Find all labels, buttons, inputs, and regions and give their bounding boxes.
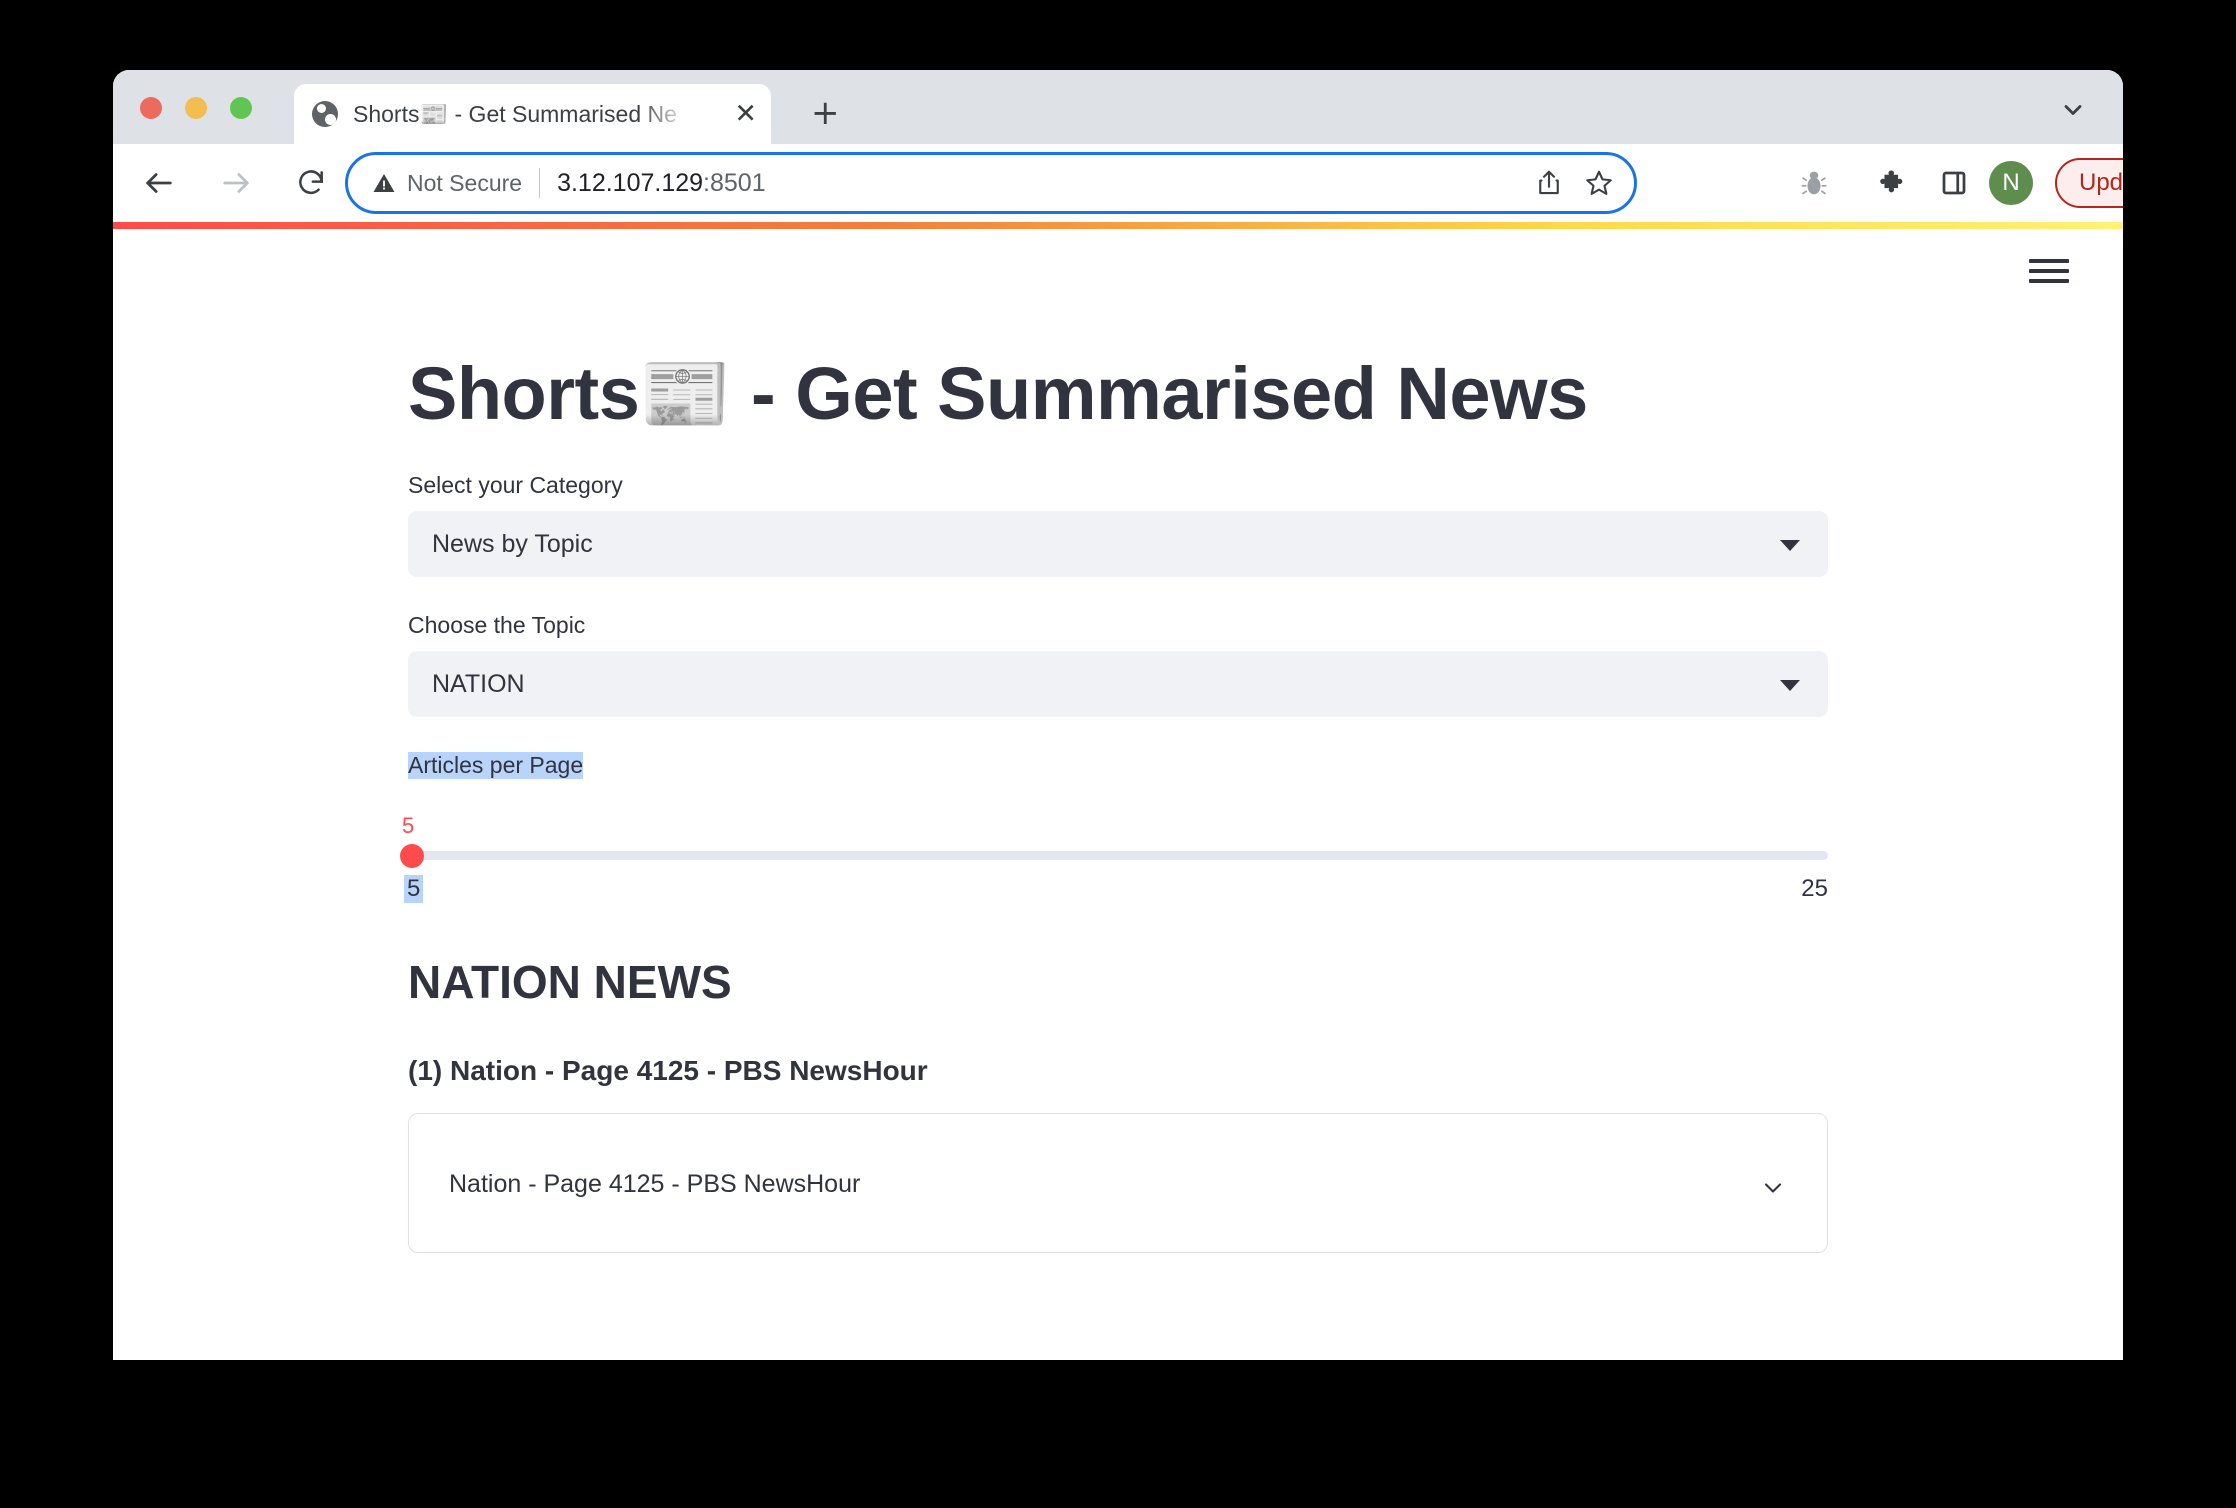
topic-select-value: NATION xyxy=(432,669,525,698)
close-window-button[interactable] xyxy=(140,97,162,119)
expander-label: Nation - Page 4125 - PBS NewsHour xyxy=(449,1170,861,1199)
article-heading: (1) Nation - Page 4125 - PBS NewsHour xyxy=(408,1055,928,1087)
minimize-window-button[interactable] xyxy=(185,97,207,119)
slider-max-label: 25 xyxy=(1801,875,1828,903)
window-traffic-lights xyxy=(140,97,252,119)
tab-title: Shorts📰 - Get Summarised Ne xyxy=(353,100,677,127)
page-title-suffix: - Get Summarised News xyxy=(731,352,1588,435)
url-text: 3.12.107.129:8501 xyxy=(557,169,766,198)
chevron-down-icon[interactable] xyxy=(2059,96,2087,124)
url-host: 3.12.107.129 xyxy=(557,168,704,197)
page-title: Shorts📰 - Get Summarised News xyxy=(408,351,1828,437)
slider-thumb[interactable] xyxy=(400,844,424,869)
tab-strip: Shorts📰 - Get Summarised Ne ✕ + xyxy=(113,70,2123,144)
chevron-down-icon[interactable] xyxy=(1780,680,1800,692)
chevron-down-icon[interactable] xyxy=(1759,1174,1787,1207)
articles-per-page-slider[interactable]: 5 5 25 xyxy=(400,813,1828,909)
browser-tab[interactable]: Shorts📰 - Get Summarised Ne ✕ xyxy=(294,84,771,144)
topic-select[interactable]: NATION xyxy=(408,651,1828,718)
slider-track[interactable] xyxy=(408,851,1828,861)
maximize-window-button[interactable] xyxy=(230,97,252,119)
update-button[interactable]: Update xyxy=(2055,158,2123,208)
arrow-left-icon[interactable] xyxy=(136,160,182,206)
app-main-container: Shorts📰 - Get Summarised News Select you… xyxy=(400,229,1828,1254)
arrow-right-icon[interactable] xyxy=(213,160,259,206)
avatar[interactable]: N xyxy=(1989,161,2033,205)
article-expander[interactable]: Nation - Page 4125 - PBS NewsHour xyxy=(408,1113,1828,1254)
new-tab-button[interactable]: + xyxy=(811,96,840,130)
category-select[interactable]: News by Topic xyxy=(408,511,1828,578)
globe-icon xyxy=(312,101,338,127)
hamburger-menu-icon[interactable] xyxy=(2029,255,2069,287)
decoration-bar xyxy=(113,222,2123,229)
browser-toolbar: Not Secure 3.12.107.129:8501 N Upd xyxy=(113,144,2123,222)
close-icon[interactable]: ✕ xyxy=(734,101,757,128)
slider-min-label: 5 xyxy=(404,875,424,904)
topic-label: Choose the Topic xyxy=(408,612,586,639)
chevron-down-icon[interactable] xyxy=(1780,540,1800,552)
star-icon[interactable] xyxy=(1582,166,1616,200)
section-heading: NATION NEWS xyxy=(408,956,732,1009)
category-label: Select your Category xyxy=(408,472,623,499)
reload-icon[interactable] xyxy=(288,160,334,206)
url-port: :8501 xyxy=(703,168,766,197)
puzzle-icon[interactable] xyxy=(1870,162,1912,204)
security-label: Not Secure xyxy=(407,169,523,196)
bug-icon[interactable] xyxy=(1793,162,1835,204)
newspaper-icon: 📰 xyxy=(639,351,731,437)
articles-per-page-label: Articles per Page xyxy=(408,752,584,780)
side-panel-icon[interactable] xyxy=(1933,162,1975,204)
omnibox-actions xyxy=(1532,166,1616,200)
security-status[interactable]: Not Secure xyxy=(372,170,522,197)
divider xyxy=(539,168,541,198)
app-viewport: Shorts📰 - Get Summarised News Select you… xyxy=(113,229,2123,1360)
update-label: Update xyxy=(2079,169,2123,196)
page-title-text: Shorts xyxy=(408,352,640,435)
share-icon[interactable] xyxy=(1532,166,1566,200)
category-select-value: News by Topic xyxy=(432,529,593,558)
address-bar[interactable]: Not Secure 3.12.107.129:8501 xyxy=(345,152,1637,214)
warning-triangle-icon xyxy=(372,171,396,195)
slider-value-label: 5 xyxy=(402,813,415,839)
browser-window: Shorts📰 - Get Summarised Ne ✕ + Not Secu… xyxy=(113,70,2123,1360)
